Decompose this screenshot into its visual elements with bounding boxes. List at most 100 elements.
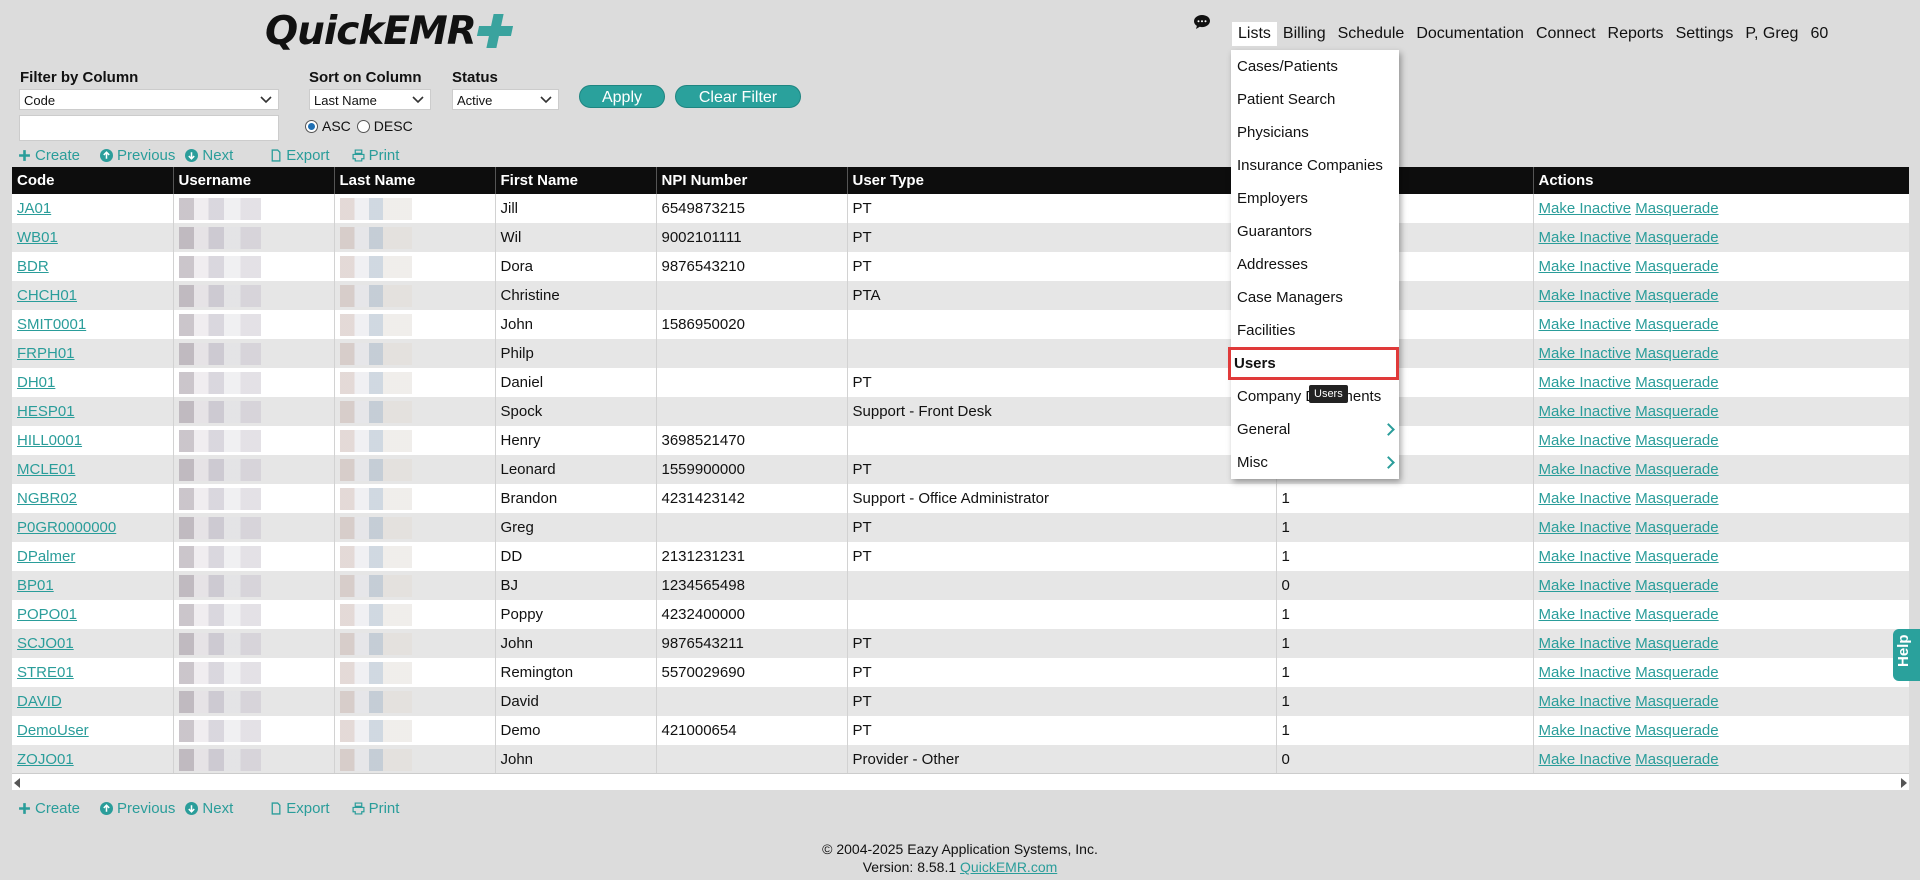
make-inactive-link[interactable]: Make Inactive [1539,722,1632,739]
user-code-link[interactable]: BDR [17,258,49,275]
user-code-link[interactable]: DAVID [17,693,62,710]
nav-settings[interactable]: Settings [1670,22,1740,46]
masquerade-link[interactable]: Masquerade [1635,432,1718,449]
menu-item-insurance-companies[interactable]: Insurance Companies [1231,149,1399,182]
menu-item-case-managers[interactable]: Case Managers [1231,281,1399,314]
col-npi-header[interactable]: NPI Number [656,167,848,194]
col-user-type-header[interactable]: User Type [847,167,1277,194]
nav-user[interactable]: P, Greg [1739,22,1804,46]
masquerade-link[interactable]: Masquerade [1635,403,1718,420]
next-link[interactable]: Next [185,147,233,164]
col-code-header[interactable]: Code [12,167,174,194]
user-code-link[interactable]: FRPH01 [17,345,75,362]
make-inactive-link[interactable]: Make Inactive [1539,229,1632,246]
make-inactive-link[interactable]: Make Inactive [1539,345,1632,362]
menu-item-addresses[interactable]: Addresses [1231,248,1399,281]
user-code-link[interactable]: CHCH01 [17,287,77,304]
menu-item-guarantors[interactable]: Guarantors [1231,215,1399,248]
user-code-link[interactable]: DPalmer [17,548,75,565]
nav-billing[interactable]: Billing [1277,22,1332,46]
make-inactive-link[interactable]: Make Inactive [1539,200,1632,217]
print-link[interactable]: Print [352,147,399,164]
user-code-link[interactable]: HESP01 [17,403,75,420]
make-inactive-link[interactable]: Make Inactive [1539,403,1632,420]
make-inactive-link[interactable]: Make Inactive [1539,374,1632,391]
col-first-name-header[interactable]: First Name [495,167,657,194]
user-code-link[interactable]: NGBR02 [17,490,77,507]
create-link[interactable]: Create [18,147,80,164]
masquerade-link[interactable]: Masquerade [1635,287,1718,304]
col-username-header[interactable]: Username [173,167,335,194]
next-link[interactable]: Next [185,800,233,817]
masquerade-link[interactable]: Masquerade [1635,374,1718,391]
masquerade-link[interactable]: Masquerade [1635,606,1718,623]
menu-item-employers[interactable]: Employers [1231,182,1399,215]
nav-documentation[interactable]: Documentation [1410,22,1530,46]
masquerade-link[interactable]: Masquerade [1635,200,1718,217]
sort-column-select[interactable]: Last Name [309,89,431,110]
menu-item-misc[interactable]: Misc [1231,446,1399,479]
menu-item-facilities[interactable]: Facilities [1231,314,1399,347]
apply-button[interactable]: Apply [579,85,665,108]
quickemr-logo[interactable]: QuickEMR [265,7,512,55]
user-code-link[interactable]: MCLE01 [17,461,75,478]
masquerade-link[interactable]: Masquerade [1635,693,1718,710]
make-inactive-link[interactable]: Make Inactive [1539,461,1632,478]
col-last-name-header[interactable]: Last Name [334,167,496,194]
make-inactive-link[interactable]: Make Inactive [1539,287,1632,304]
scroll-left-icon[interactable] [14,778,20,788]
masquerade-link[interactable]: Masquerade [1635,345,1718,362]
scroll-right-icon[interactable] [1901,778,1907,788]
previous-link[interactable]: Previous [100,800,175,817]
help-tab[interactable]: Help [1893,629,1920,681]
user-code-link[interactable]: WB01 [17,229,58,246]
asc-radio[interactable] [305,119,318,133]
user-code-link[interactable]: P0GR0000000 [17,519,116,536]
masquerade-link[interactable]: Masquerade [1635,548,1718,565]
print-link[interactable]: Print [352,800,399,817]
make-inactive-link[interactable]: Make Inactive [1539,751,1632,768]
clear-filter-button[interactable]: Clear Filter [675,85,801,108]
user-code-link[interactable]: SMIT0001 [17,316,86,333]
user-code-link[interactable]: BP01 [17,577,54,594]
user-code-link[interactable]: SCJO01 [17,635,74,652]
previous-link[interactable]: Previous [100,147,175,164]
make-inactive-link[interactable]: Make Inactive [1539,490,1632,507]
user-code-link[interactable]: ZOJO01 [17,751,74,768]
masquerade-link[interactable]: Masquerade [1635,664,1718,681]
masquerade-link[interactable]: Masquerade [1635,258,1718,275]
masquerade-link[interactable]: Masquerade [1635,461,1718,478]
menu-item-general[interactable]: General [1231,413,1399,446]
user-code-link[interactable]: JA01 [17,200,51,217]
make-inactive-link[interactable]: Make Inactive [1539,432,1632,449]
make-inactive-link[interactable]: Make Inactive [1539,606,1632,623]
desc-radio[interactable] [356,119,370,133]
masquerade-link[interactable]: Masquerade [1635,519,1718,536]
make-inactive-link[interactable]: Make Inactive [1539,519,1632,536]
filter-column-select[interactable]: Code [19,89,279,110]
user-code-link[interactable]: DH01 [17,374,55,391]
user-code-link[interactable]: HILL0001 [17,432,82,449]
make-inactive-link[interactable]: Make Inactive [1539,548,1632,565]
masquerade-link[interactable]: Masquerade [1635,229,1718,246]
status-select[interactable]: Active [452,89,559,110]
export-link[interactable]: Export [269,147,330,164]
masquerade-link[interactable]: Masquerade [1635,490,1718,507]
make-inactive-link[interactable]: Make Inactive [1539,316,1632,333]
make-inactive-link[interactable]: Make Inactive [1539,693,1632,710]
user-code-link[interactable]: STRE01 [17,664,74,681]
masquerade-link[interactable]: Masquerade [1635,635,1718,652]
make-inactive-link[interactable]: Make Inactive [1539,635,1632,652]
menu-item-physicians[interactable]: Physicians [1231,116,1399,149]
user-code-link[interactable]: POPO01 [17,606,77,623]
make-inactive-link[interactable]: Make Inactive [1539,577,1632,594]
export-link[interactable]: Export [269,800,330,817]
chat-icon[interactable] [1193,14,1211,30]
nav-schedule[interactable]: Schedule [1332,22,1411,46]
make-inactive-link[interactable]: Make Inactive [1539,258,1632,275]
nav-lists[interactable]: Lists [1232,22,1277,46]
make-inactive-link[interactable]: Make Inactive [1539,664,1632,681]
user-code-link[interactable]: DemoUser [17,722,89,739]
filter-value-input[interactable] [19,115,279,141]
horizontal-scrollbar[interactable] [12,773,1909,790]
